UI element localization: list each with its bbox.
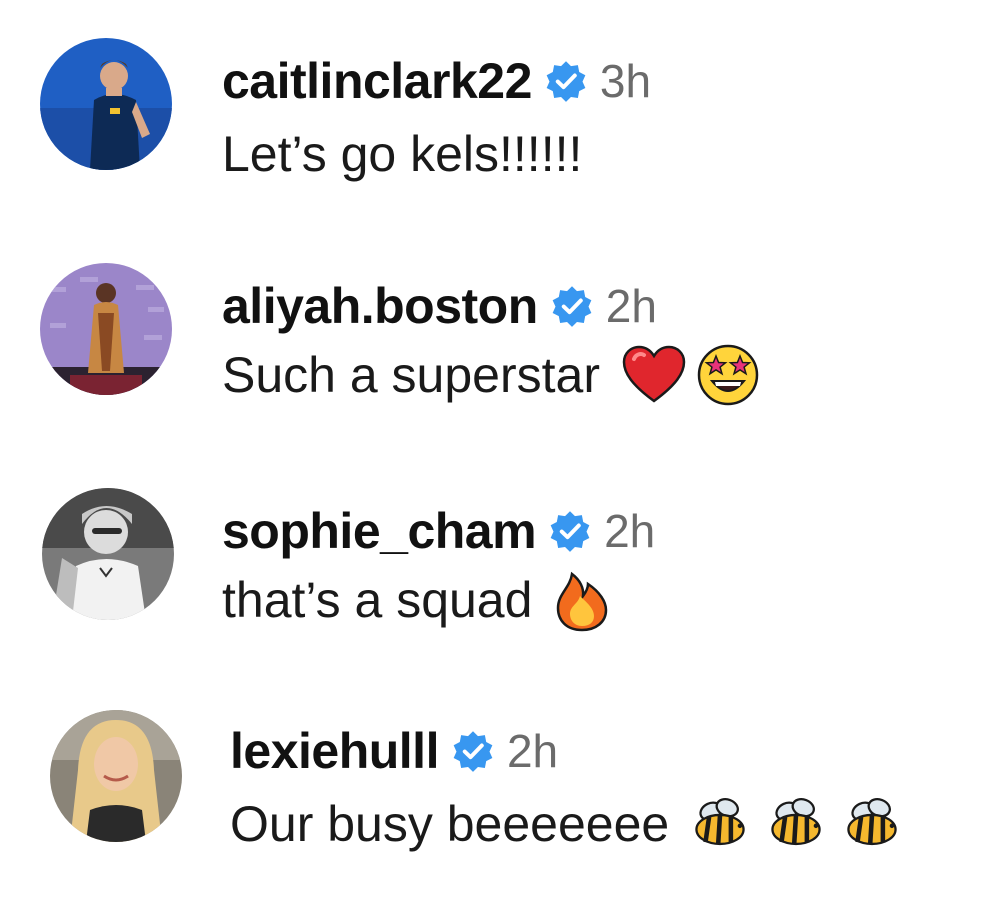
comment-text: that’s a squad [222,572,533,628]
comment-item: caitlinclark22 3h Let’s go kels!!!!!! [0,30,1000,182]
avatar[interactable] [40,38,172,170]
comment-text: Such a superstar [222,347,600,403]
comment-timestamp[interactable]: 2h [606,279,657,333]
username[interactable]: caitlinclark22 [222,52,532,110]
comment-list: caitlinclark22 3h Let’s go kels!!!!!! al… [0,0,1000,900]
verified-badge-icon [550,284,594,328]
bee-icon [767,795,825,853]
comment-timestamp[interactable]: 2h [604,504,655,558]
comment-text: Let’s go kels!!!!!! [222,126,583,182]
comment-timestamp[interactable]: 3h [600,54,651,108]
bee-icon [843,795,901,853]
comment-item: sophie_cham 2h that’s a squad [0,480,1000,632]
avatar[interactable] [50,710,182,842]
comment-item: aliyah.boston 2h Such a superstar [0,255,1000,407]
verified-badge-icon [544,59,588,103]
comment-item: lexiehulll 2h Our busy beeeeeee [0,700,1000,853]
username[interactable]: aliyah.boston [222,277,538,335]
comment-text: Our busy beeeeeee [230,796,670,852]
username[interactable]: lexiehulll [230,722,439,780]
avatar[interactable] [42,488,174,620]
avatar-player-blue-icon [40,38,172,170]
comment-timestamp[interactable]: 2h [507,724,558,778]
avatar-bw-selfie-icon [42,488,174,620]
avatar-red-carpet-icon [40,263,172,395]
fire-icon [550,568,614,632]
username[interactable]: sophie_cham [222,502,537,560]
verified-badge-icon [451,729,495,773]
verified-badge-icon [548,509,592,553]
avatar-blonde-selfie-icon [50,710,182,842]
red-heart-icon [622,343,686,407]
star-struck-icon [696,343,760,407]
avatar[interactable] [40,263,172,395]
bee-icon [691,795,749,853]
